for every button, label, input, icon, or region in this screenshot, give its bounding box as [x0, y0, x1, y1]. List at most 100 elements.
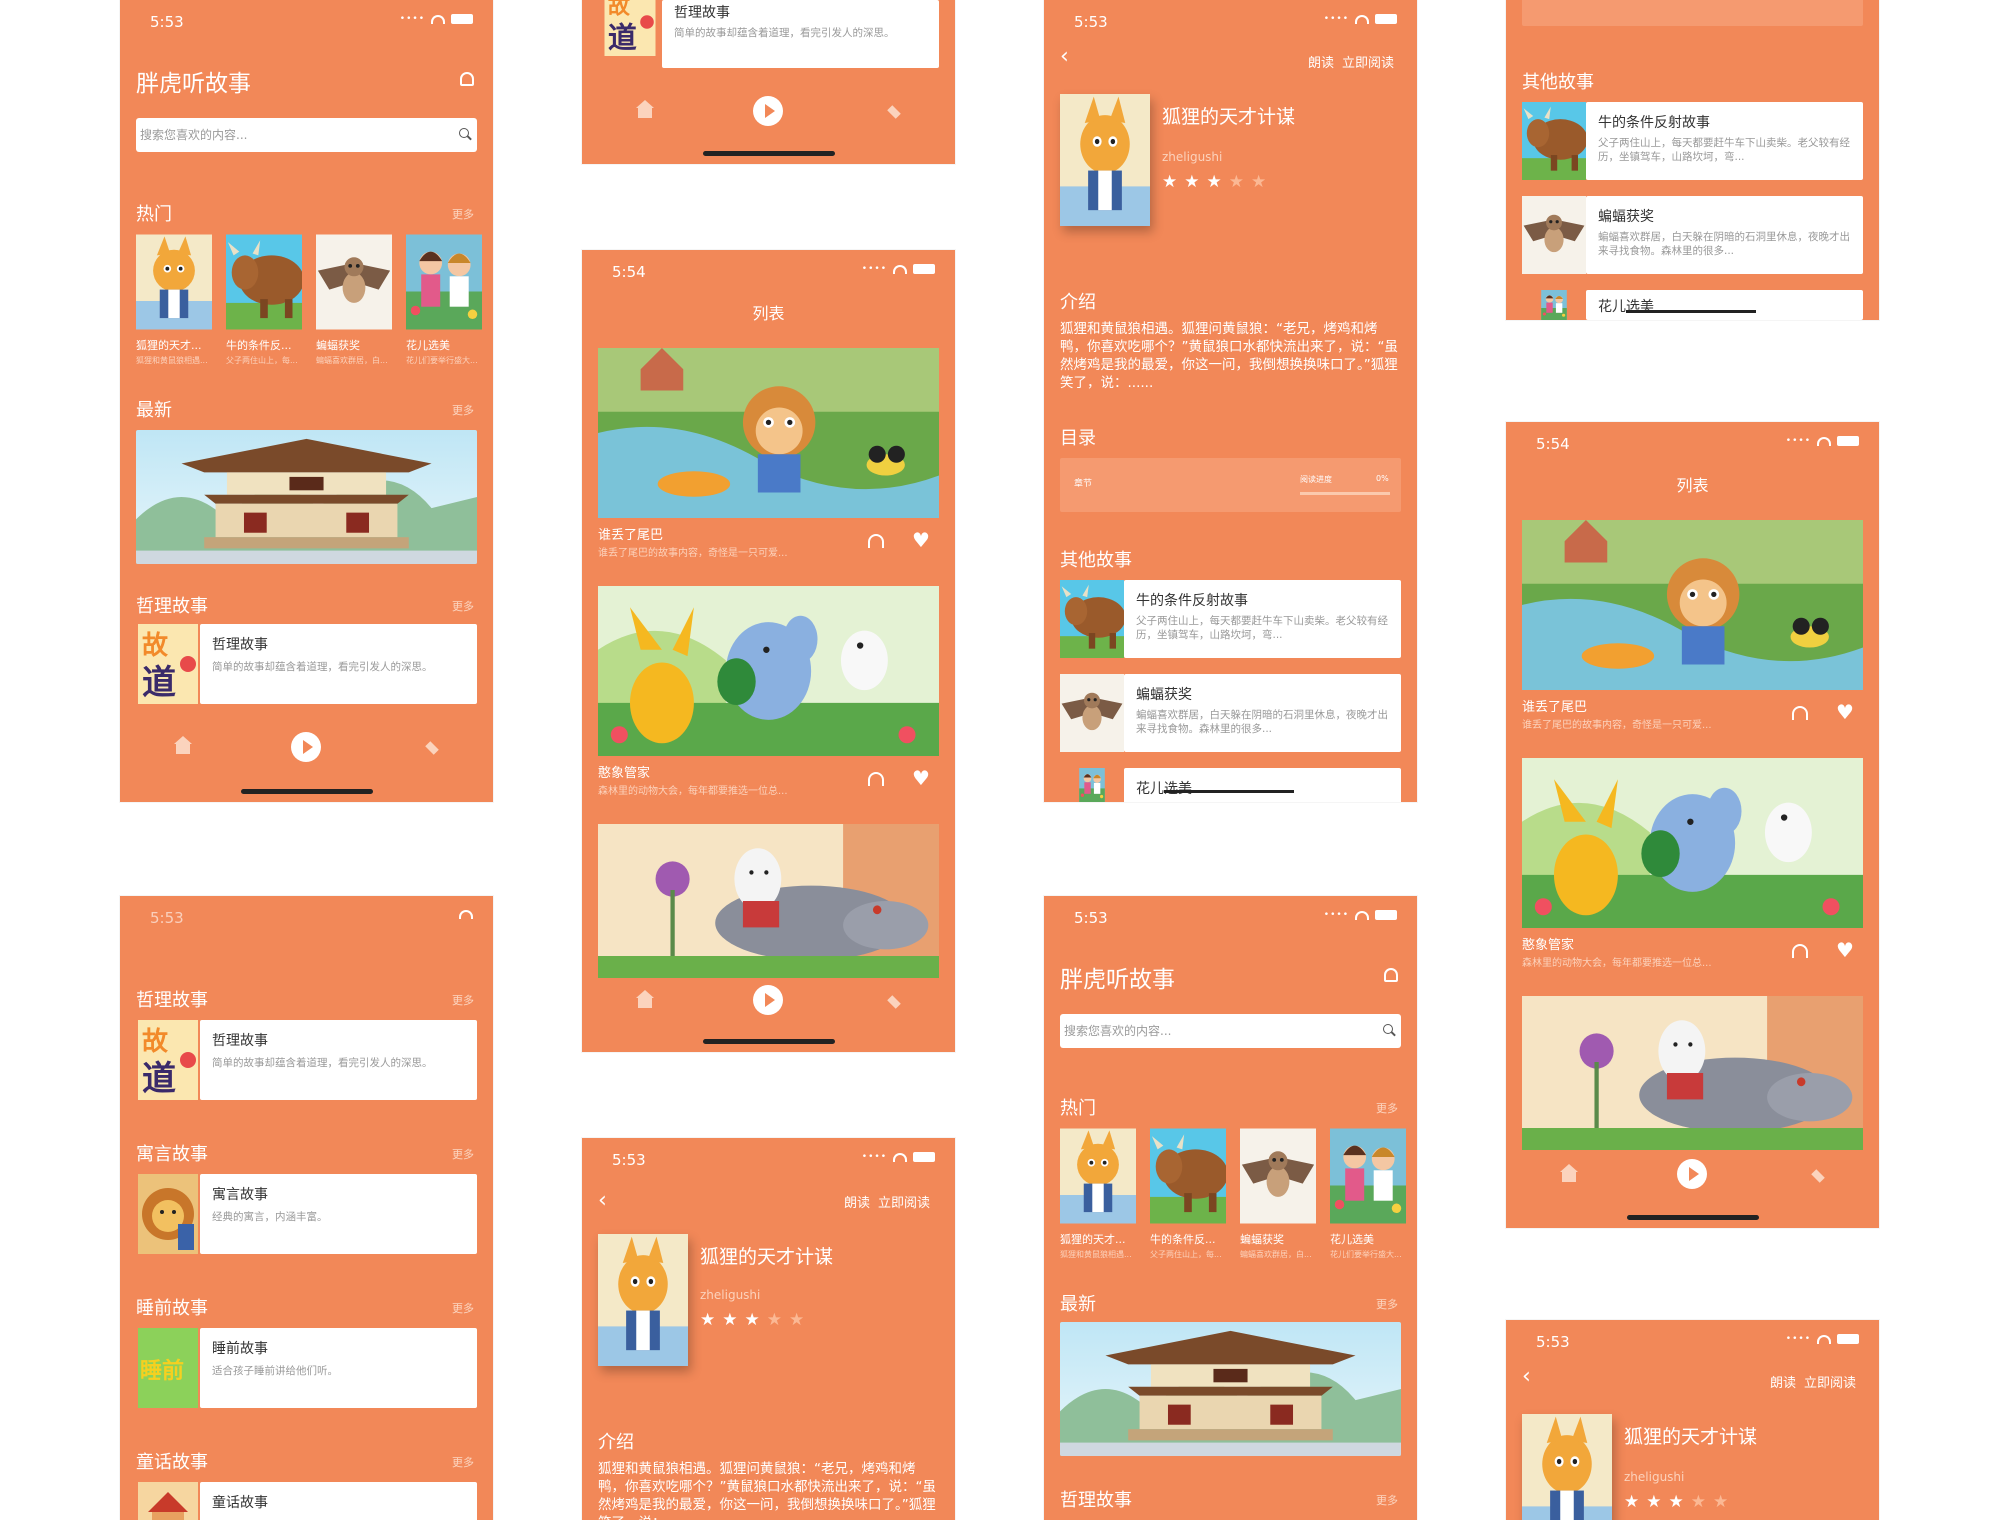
play-button[interactable]	[1677, 1159, 1707, 1189]
layers-tab-icon[interactable]	[887, 105, 901, 119]
category-card-philosophy[interactable]: 哲理故事 简单的故事却蕴含着道理，看完引发人的深思。	[200, 624, 477, 704]
home-tab-icon[interactable]	[1560, 1164, 1578, 1182]
category-thumb[interactable]	[136, 1482, 200, 1520]
read-now-button[interactable]: 立即阅读	[1804, 1372, 1856, 1391]
book-title: 狐狸的天才计谋	[700, 1246, 834, 1268]
phone-detail-bottom: 阅读进度 0% 其他故事 牛的条件反射故事 父子两住山上，每天都要赶牛车下山卖柴…	[1506, 0, 1879, 320]
hot-thumb-flower[interactable]	[406, 232, 482, 332]
bell-icon[interactable]	[1384, 968, 1398, 982]
story-card[interactable]: 蝙蝠获奖 蝙蝠喜欢群居，白天躲在阴暗的石洞里休息，夜晚才出来寻找食物。森林里的很…	[1586, 196, 1863, 274]
card-desc: 简单的故事却蕴含着道理，看完引发人的深思。	[674, 27, 895, 39]
story-thumb[interactable]	[1522, 290, 1586, 320]
category-card-fable[interactable]: 寓言故事 经典的寓言，内涵丰富。	[200, 1174, 477, 1254]
search-input[interactable]: 搜索您喜欢的内容...	[1060, 1014, 1401, 1048]
read-aloud-button[interactable]: 朗读	[844, 1192, 870, 1211]
category-thumb[interactable]	[598, 0, 662, 68]
headphone-icon[interactable]	[868, 772, 884, 786]
more-link-fable[interactable]: 更多	[452, 1146, 474, 1162]
read-now-button[interactable]: 立即阅读	[878, 1192, 930, 1211]
feed-image[interactable]	[1522, 520, 1863, 690]
feed-title[interactable]: 谁丢了尾巴	[1522, 696, 1587, 715]
read-aloud-button[interactable]: 朗读	[1308, 52, 1334, 71]
feed-image[interactable]	[598, 586, 939, 756]
feed-image[interactable]	[1522, 758, 1863, 928]
star-icon: ★★★	[1162, 172, 1229, 192]
story-card[interactable]: 牛的条件反射故事 父子两住山上，每天都要赶牛车下山卖柴。老父较有经历，坐镇驾车，…	[1586, 102, 1863, 180]
more-link-fairy[interactable]: 更多	[452, 1454, 474, 1470]
layers-tab-icon[interactable]	[887, 995, 901, 1009]
headphone-icon[interactable]	[1792, 944, 1808, 958]
hot-thumb-cow[interactable]	[226, 232, 302, 332]
category-card-bedtime[interactable]: 睡前故事 适合孩子睡前讲给他们听。	[200, 1328, 477, 1408]
more-link-philosophy[interactable]: 更多	[452, 598, 474, 614]
star-icon: ★★★	[700, 1310, 767, 1330]
more-link-bedtime[interactable]: 更多	[452, 1300, 474, 1316]
heart-icon[interactable]: ♥	[1836, 940, 1854, 960]
heart-icon[interactable]: ♥	[912, 530, 930, 550]
feed-image[interactable]	[598, 348, 939, 518]
latest-banner[interactable]	[136, 430, 477, 564]
play-button[interactable]	[291, 732, 321, 762]
more-link-philosophy[interactable]: 更多	[1376, 1492, 1398, 1508]
bell-icon[interactable]	[460, 72, 474, 86]
story-card[interactable]: 牛的条件反射故事 父子两住山上，每天都要赶牛车下山卖柴。老父较有经历，坐镇驾车，…	[1124, 580, 1401, 658]
signal-icon: ••••	[1323, 910, 1349, 920]
hot-thumb-bat[interactable]	[316, 232, 392, 332]
heart-icon[interactable]: ♥	[912, 768, 930, 788]
more-link-latest[interactable]: 更多	[452, 402, 474, 418]
home-tab-icon[interactable]	[636, 990, 654, 1008]
read-now-button[interactable]: 立即阅读	[1342, 52, 1394, 71]
hot-thumb-cow[interactable]	[1150, 1126, 1226, 1226]
read-aloud-button[interactable]: 朗读	[1770, 1372, 1796, 1391]
story-card[interactable]: 花儿选美	[1586, 290, 1863, 320]
category-thumb[interactable]	[136, 1328, 200, 1408]
wifi-icon	[893, 1152, 907, 1162]
home-tab-icon[interactable]	[174, 736, 192, 754]
feed-title[interactable]: 谁丢了尾巴	[598, 524, 663, 543]
feed-title[interactable]: 憨象管家	[598, 762, 650, 781]
play-button[interactable]	[753, 985, 783, 1015]
home-tab-icon[interactable]	[636, 100, 654, 118]
story-thumb[interactable]	[1522, 102, 1586, 180]
category-thumb[interactable]	[136, 1174, 200, 1254]
category-thumb[interactable]	[136, 1020, 200, 1100]
feed-title[interactable]: 憨象管家	[1522, 934, 1574, 953]
chapter-progress[interactable]: 章节 阅读进度 0%	[1060, 458, 1401, 512]
category-thumb[interactable]	[136, 624, 200, 704]
card-title: 童话故事	[212, 1495, 268, 1511]
search-input[interactable]: 搜索您喜欢的内容...	[136, 118, 477, 152]
story-card[interactable]: 蝙蝠获奖 蝙蝠喜欢群居，白天躲在阴暗的石洞里休息，夜晚才出来寻找食物。森林里的很…	[1124, 674, 1401, 752]
story-thumb[interactable]	[1060, 768, 1124, 802]
story-thumb[interactable]	[1060, 674, 1124, 752]
headphone-icon[interactable]	[868, 534, 884, 548]
layers-tab-icon[interactable]	[425, 741, 439, 755]
story-card[interactable]: 花儿选美	[1124, 768, 1401, 802]
hot-thumb-flower[interactable]	[1330, 1126, 1406, 1226]
more-link-hot[interactable]: 更多	[452, 206, 474, 222]
play-button[interactable]	[753, 96, 783, 126]
headphone-icon[interactable]	[1792, 706, 1808, 720]
back-icon[interactable]: ‹	[598, 1188, 607, 1213]
section-title-philosophy: 哲理故事	[136, 596, 208, 617]
search-icon[interactable]	[459, 128, 469, 138]
latest-banner[interactable]	[1060, 1322, 1401, 1456]
more-link-latest[interactable]: 更多	[1376, 1296, 1398, 1312]
hot-thumb-fox[interactable]	[1060, 1126, 1136, 1226]
more-link-hot[interactable]: 更多	[1376, 1100, 1398, 1116]
feed-image[interactable]	[1522, 996, 1863, 1150]
chapter-progress[interactable]: 阅读进度 0%	[1522, 0, 1863, 26]
search-icon[interactable]	[1383, 1024, 1393, 1034]
category-card-philosophy[interactable]: 哲理故事 简单的故事却蕴含着道理，看完引发人的深思。	[662, 0, 939, 68]
story-thumb[interactable]	[1060, 580, 1124, 658]
category-card-fairy[interactable]: 童话故事	[200, 1482, 477, 1520]
category-card-philosophy[interactable]: 哲理故事 简单的故事却蕴含着道理，看完引发人的深思。	[200, 1020, 477, 1100]
heart-icon[interactable]: ♥	[1836, 702, 1854, 722]
feed-image[interactable]	[598, 824, 939, 978]
back-icon[interactable]: ‹	[1060, 44, 1069, 69]
layers-tab-icon[interactable]	[1811, 1169, 1825, 1183]
back-icon[interactable]: ‹	[1522, 1364, 1531, 1389]
more-link-philosophy[interactable]: 更多	[452, 992, 474, 1008]
hot-thumb-bat[interactable]	[1240, 1126, 1316, 1226]
story-thumb[interactable]	[1522, 196, 1586, 274]
hot-thumb-fox[interactable]	[136, 232, 212, 332]
